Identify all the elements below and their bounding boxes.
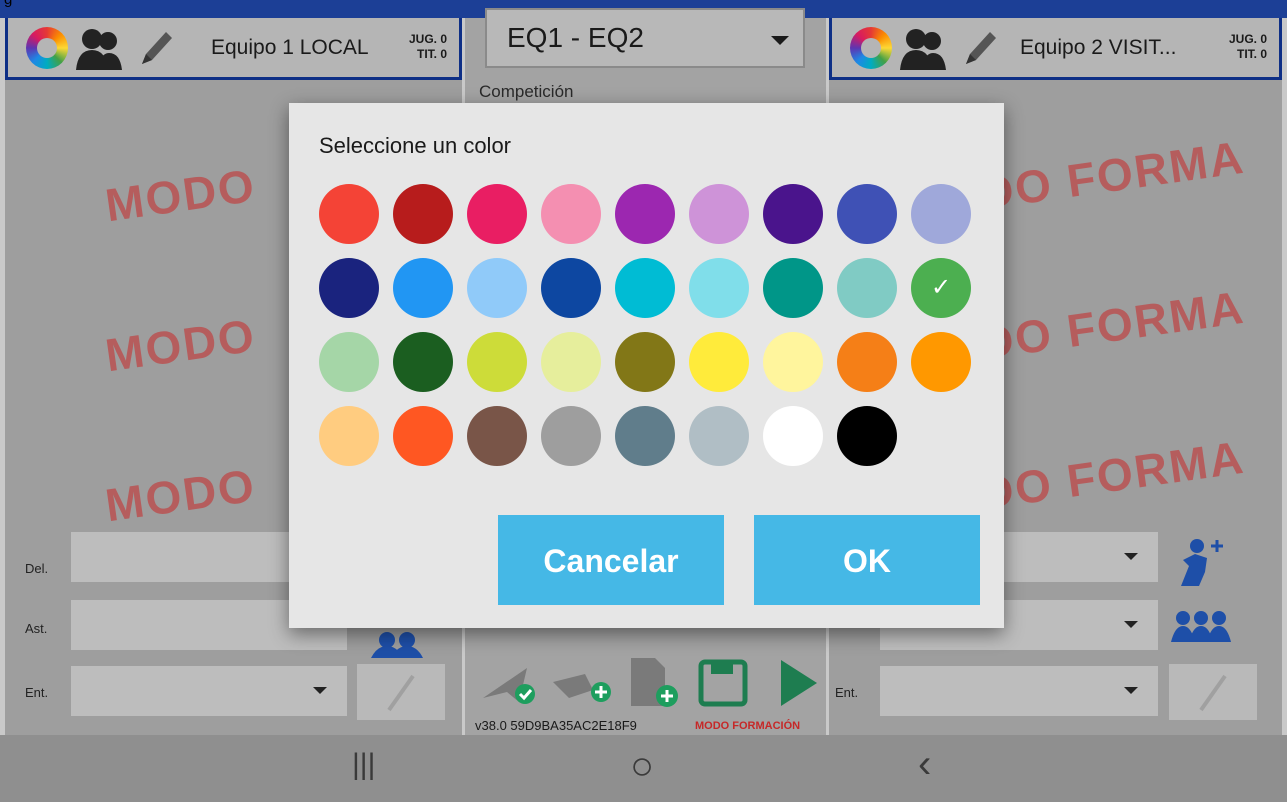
color-swatch[interactable] — [911, 332, 971, 392]
color-swatch[interactable] — [689, 258, 749, 318]
color-swatch[interactable] — [393, 332, 453, 392]
color-wheel-icon[interactable] — [26, 27, 68, 69]
color-swatch[interactable] — [615, 406, 675, 466]
document-add-icon[interactable] — [625, 656, 681, 710]
watermark-6: DO FORMA — [976, 430, 1248, 520]
color-swatch[interactable] — [393, 406, 453, 466]
send-check-icon[interactable] — [479, 662, 539, 706]
competition-label: Competición — [479, 82, 574, 101]
chevron-down-icon — [1124, 687, 1138, 694]
color-swatch[interactable] — [837, 184, 897, 244]
left-team-header: Equipo 1 LOCAL JUG. 0 TIT. 0 — [5, 18, 462, 80]
right-coach-label: Ent. — [835, 685, 859, 700]
color-swatch[interactable] — [837, 406, 897, 466]
watermark-2: MODO — [102, 308, 259, 382]
color-swatch[interactable] — [467, 406, 527, 466]
right-tit-count: TIT. 0 — [1236, 47, 1267, 61]
watermark-3: MODO — [102, 458, 259, 532]
watermark-4: DO FORMA — [976, 130, 1248, 220]
training-mode-tag: MODO FORMACIÓN — [695, 720, 801, 732]
color-swatch[interactable] — [837, 332, 897, 392]
edit-pencil-icon[interactable] — [136, 26, 176, 70]
color-swatch[interactable] — [689, 406, 749, 466]
match-dropdown[interactable]: EQ1 - EQ2 — [485, 8, 805, 68]
color-swatch[interactable] — [467, 184, 527, 244]
top-strip-text: g — [4, 0, 12, 8]
color-swatch[interactable] — [541, 406, 601, 466]
chevron-down-icon — [1124, 621, 1138, 628]
cancel-button[interactable]: Cancelar — [498, 515, 724, 605]
left-team-name[interactable]: Equipo 1 LOCAL — [211, 36, 369, 60]
save-icon[interactable] — [697, 658, 749, 708]
color-swatch[interactable] — [615, 184, 675, 244]
ok-button[interactable]: OK — [754, 515, 980, 605]
edit-pencil-icon — [387, 674, 415, 712]
color-swatch[interactable] — [467, 332, 527, 392]
color-swatch[interactable] — [837, 258, 897, 318]
color-swatch[interactable] — [319, 184, 379, 244]
chevron-down-icon — [771, 36, 789, 45]
whistle-add-icon[interactable] — [549, 662, 615, 706]
right-coach-edit-button[interactable] — [1169, 664, 1257, 720]
color-swatch[interactable] — [467, 258, 527, 318]
edit-pencil-icon — [1199, 674, 1227, 712]
right-team-header: Equipo 2 VISIT... JUG. 0 TIT. 0 — [829, 18, 1282, 80]
team-group-icon[interactable] — [1169, 608, 1233, 642]
left-tit-count: TIT. 0 — [416, 47, 447, 61]
chevron-down-icon — [1124, 553, 1138, 560]
color-swatch[interactable]: ✓ — [911, 258, 971, 318]
back-button[interactable]: ‹ — [918, 742, 931, 787]
color-swatch[interactable] — [319, 258, 379, 318]
add-player-icon[interactable] — [1169, 536, 1229, 588]
coach-label: Ent. — [25, 685, 49, 700]
watermark-5: DO FORMA — [976, 280, 1248, 370]
version-text: v38.0 59D9BA35AC2E18F9 — [475, 718, 637, 733]
color-swatch[interactable] — [763, 184, 823, 244]
dialog-title: Seleccione un color — [319, 133, 512, 158]
match-toolbar: v38.0 59D9BA35AC2E18F9 MODO FORMACIÓN — [465, 640, 826, 735]
players-icon[interactable] — [900, 26, 946, 70]
chevron-down-icon — [313, 687, 327, 694]
match-title: EQ1 - EQ2 — [507, 22, 644, 53]
color-swatch[interactable] — [689, 332, 749, 392]
color-swatch[interactable] — [763, 332, 823, 392]
color-swatch[interactable] — [319, 406, 379, 466]
color-swatch[interactable] — [541, 184, 601, 244]
color-swatch[interactable] — [615, 258, 675, 318]
color-picker-dialog: Seleccione un color ✓ Cancelar OK — [289, 103, 1004, 628]
play-icon[interactable] — [777, 658, 821, 708]
color-swatch[interactable] — [911, 184, 971, 244]
coach-edit-button[interactable] — [357, 664, 445, 720]
right-team-stats: JUG. 0 TIT. 0 — [1229, 32, 1267, 62]
color-swatch[interactable] — [689, 184, 749, 244]
left-jug-count: JUG. 0 — [408, 32, 447, 46]
players-icon[interactable] — [76, 26, 122, 70]
color-swatch[interactable] — [393, 258, 453, 318]
team-group-icon[interactable] — [367, 628, 427, 658]
color-wheel-icon[interactable] — [850, 27, 892, 69]
color-swatch[interactable] — [393, 184, 453, 244]
delegate-label: Del. — [25, 561, 49, 576]
color-swatch[interactable] — [319, 332, 379, 392]
check-icon: ✓ — [930, 274, 952, 301]
right-coach-dropdown[interactable] — [880, 666, 1158, 716]
edit-pencil-icon[interactable] — [960, 26, 1000, 70]
assistant-label: Ast. — [25, 621, 48, 636]
color-swatch[interactable] — [763, 406, 823, 466]
color-swatch[interactable] — [763, 258, 823, 318]
color-swatch[interactable] — [541, 332, 601, 392]
home-button[interactable]: ○ — [630, 744, 654, 789]
watermark-1: MODO — [102, 158, 259, 232]
recent-apps-button[interactable]: ||| — [352, 748, 375, 782]
coach-dropdown[interactable] — [71, 666, 347, 716]
right-jug-count: JUG. 0 — [1228, 32, 1267, 46]
right-team-name[interactable]: Equipo 2 VISIT... — [1020, 36, 1176, 60]
color-swatch[interactable] — [615, 332, 675, 392]
color-swatch[interactable] — [541, 258, 601, 318]
left-team-stats: JUG. 0 TIT. 0 — [409, 32, 447, 62]
